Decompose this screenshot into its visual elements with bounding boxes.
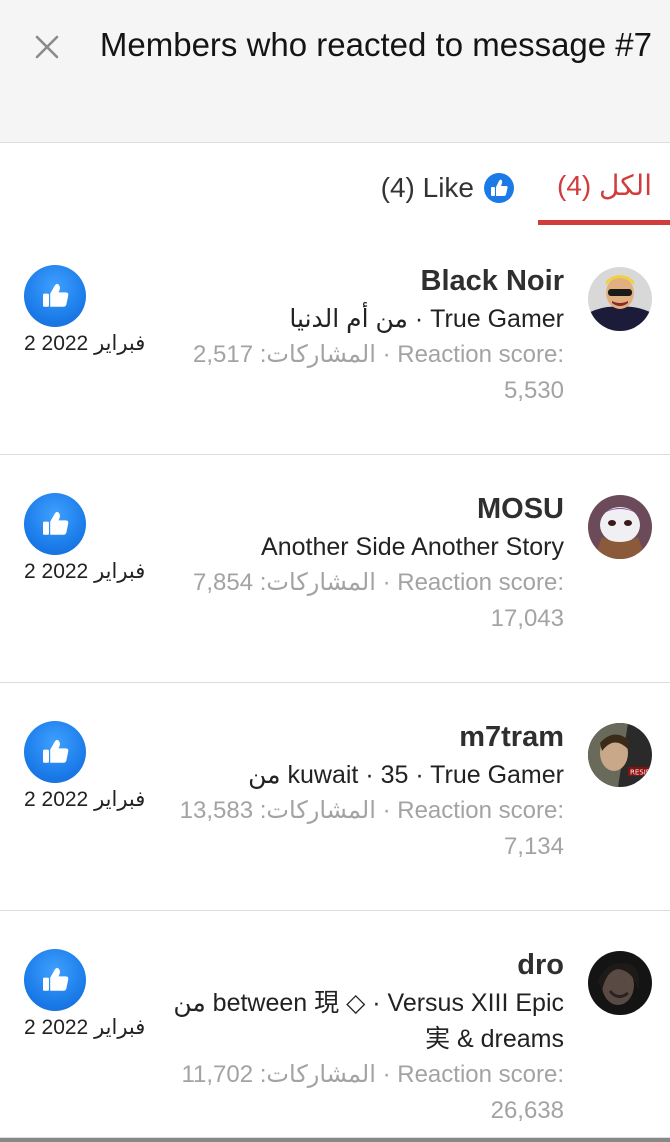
member-title-cont: 実 & dreams <box>425 1025 564 1053</box>
thumbs-up-icon <box>43 283 69 307</box>
tab-all[interactable]: الكل (4) <box>557 168 652 208</box>
member-stats: المشاركات: 7,854 · Reaction score: <box>193 569 564 596</box>
member-stats: المشاركات: 11,702 · Reaction score: 26,6… <box>181 1061 564 1124</box>
member-row: Black Noir من أم الدنيا · True Gamer الم… <box>0 227 670 455</box>
member-stats: المشاركات: 2,517 · Reaction score: <box>193 341 564 368</box>
thumbs-up-icon <box>484 173 514 203</box>
active-tab-indicator <box>538 220 670 225</box>
member-row: dro من between 現 ◇ · Versus XIII Epic 実 … <box>0 911 670 1138</box>
member-username[interactable]: Black Noir <box>124 263 564 299</box>
member-title: من between 現 ◇ · Versus XIII Epic <box>173 989 564 1017</box>
member-row: MOSU Another Side Another Story المشاركا… <box>0 455 670 683</box>
like-reaction-badge <box>24 265 86 327</box>
member-info: MOSU Another Side Another Story المشاركا… <box>124 491 564 637</box>
member-title: Another Side Another Story <box>261 533 564 561</box>
tab-like-label: (4) Like <box>380 172 474 203</box>
dialog-header: Members who reacted to message #7 <box>0 0 670 143</box>
member-username[interactable]: MOSU <box>124 491 564 527</box>
avatar[interactable]: RESIDEN <box>588 723 652 787</box>
thumbs-up-icon <box>43 511 69 535</box>
member-info: Black Noir من أم الدنيا · True Gamer الم… <box>124 263 564 409</box>
avatar[interactable] <box>588 267 652 331</box>
member-title: من kuwait · 35 · True Gamer <box>248 761 564 789</box>
avatar[interactable] <box>588 495 652 559</box>
member-username[interactable]: dro <box>124 947 564 983</box>
member-info: dro من between 現 ◇ · Versus XIII Epic 実 … <box>124 947 564 1129</box>
like-reaction-badge <box>24 949 86 1011</box>
member-stats-cont: 17,043 <box>490 605 564 632</box>
like-reaction-badge <box>24 721 86 783</box>
like-reaction-badge <box>24 493 86 555</box>
member-info: m7tram من kuwait · 35 · True Gamer المشا… <box>124 719 564 865</box>
reaction-date: 2 فبراير 2022 <box>24 788 146 811</box>
bottom-edge-divider <box>0 1138 670 1142</box>
member-title: من أم الدنيا · True Gamer <box>289 305 564 333</box>
avatar[interactable] <box>588 951 652 1015</box>
reaction-date: 2 فبراير 2022 <box>24 560 146 583</box>
member-stats-cont: 7,134 <box>503 833 564 860</box>
reaction-tabs: الكل (4) (4) Like <box>0 144 670 228</box>
reaction-date: 2 فبراير 2022 <box>24 332 146 355</box>
tab-like[interactable]: (4) Like <box>381 168 514 208</box>
reaction-date: 2 فبراير 2022 <box>24 1016 146 1039</box>
member-stats-cont: 5,530 <box>503 377 564 404</box>
member-row: RESIDEN m7tram من kuwait · 35 · True Gam… <box>0 683 670 911</box>
close-icon[interactable] <box>34 34 60 60</box>
thumbs-up-icon <box>43 739 69 763</box>
dialog-title: Members who reacted to message #7 <box>99 26 652 63</box>
svg-text:RESIDEN: RESIDEN <box>630 769 652 777</box>
close-button[interactable] <box>30 30 64 64</box>
member-stats: المشاركات: 13,583 · Reaction score: <box>179 797 564 824</box>
member-username[interactable]: m7tram <box>124 719 564 755</box>
thumbs-up-icon <box>43 967 69 991</box>
